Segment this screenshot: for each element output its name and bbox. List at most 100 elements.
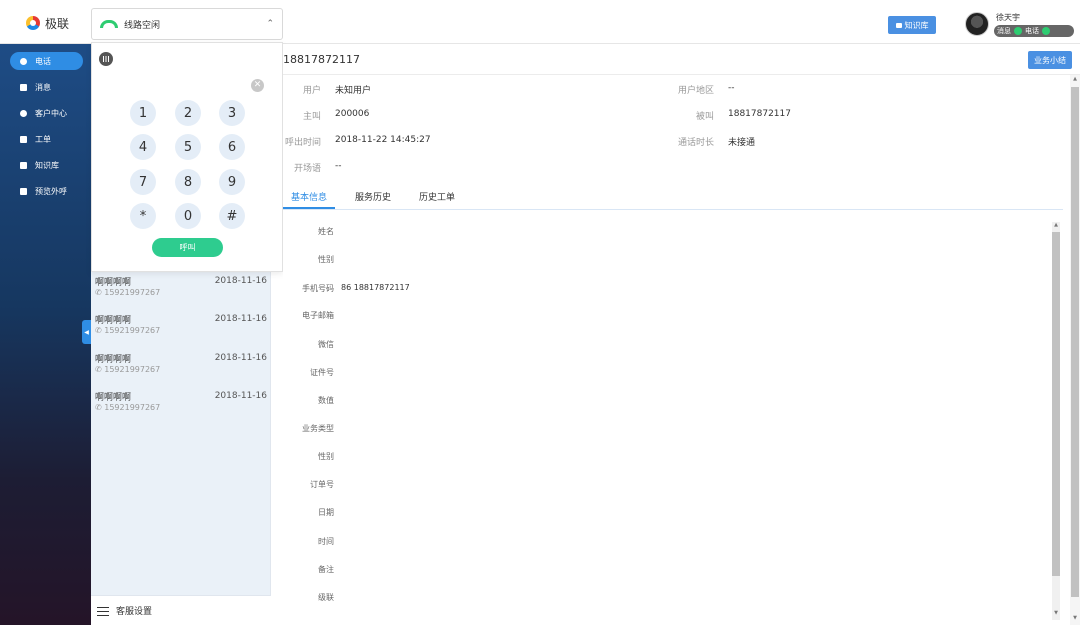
call-header: 18817872117 业务小结 <box>283 44 1080 75</box>
field-label: 日期 <box>318 508 334 517</box>
settings-sliders-icon <box>97 606 109 616</box>
scroll-down-icon[interactable]: ▼ <box>1052 610 1060 616</box>
phone-handset-icon <box>100 20 118 28</box>
field-value[interactable]: 86 18817872117 <box>341 283 410 292</box>
dial-pad: ✕ 1 2 3 4 5 6 7 8 9 * 0 # 呼叫 <box>91 42 283 272</box>
page-scrollbar-thumb[interactable] <box>1071 87 1079 597</box>
field-label: 备注 <box>318 565 334 574</box>
sidebar-item-phone[interactable]: 电话 <box>10 52 83 70</box>
sidebar-item-customer-center[interactable]: 客户中心 <box>10 104 83 122</box>
sidebar-item-label: 知识库 <box>35 160 59 170</box>
active-tab-indicator <box>283 207 335 209</box>
outbound-icon <box>20 187 27 195</box>
record-date: 2018-11-16 <box>214 276 267 286</box>
knowledge-base-button[interactable]: 知识库 <box>888 16 936 34</box>
page-title: 18817872117 <box>283 53 360 66</box>
logo[interactable]: 极联 <box>26 14 69 32</box>
call-detail-panel: 18817872117 业务小结 用户 未知用户 用户地区 -- 主叫 2000… <box>283 44 1080 625</box>
field-label: 手机号码 <box>302 284 334 293</box>
key-4[interactable]: 4 <box>130 134 156 160</box>
chat-icon <box>895 22 902 28</box>
key-hash[interactable]: # <box>219 203 245 229</box>
call-button[interactable]: 呼叫 <box>152 238 223 257</box>
record-phone-number: 15921997267 <box>104 365 161 374</box>
region-value: -- <box>728 83 735 93</box>
status-message-label: 消息 <box>997 27 1011 35</box>
ticket-icon <box>20 135 27 143</box>
key-0[interactable]: 0 <box>175 203 201 229</box>
key-9[interactable]: 9 <box>219 169 245 195</box>
business-summary-button[interactable]: 业务小结 <box>1028 51 1072 69</box>
sidebar-item-message[interactable]: 消息 <box>10 78 83 96</box>
scroll-up-icon[interactable]: ▲ <box>1070 76 1080 82</box>
detail-tabs: 基本信息 服务历史 历史工单 <box>283 187 1063 210</box>
tab-service-history[interactable]: 服务历史 <box>355 190 391 203</box>
record-phone: ✆ 15921997267 <box>95 403 161 412</box>
agent-settings-label: 客服设置 <box>116 607 153 617</box>
form-scrollbar-thumb[interactable] <box>1052 232 1060 576</box>
phone-icon <box>20 57 27 65</box>
callee-value: 18817872117 <box>728 109 791 119</box>
record-phone: ✆ 15921997267 <box>95 365 161 374</box>
list-item[interactable]: 啊啊啊啊 ✆ 15921997267 2018-11-16 <box>95 390 267 426</box>
tab-ticket-history[interactable]: 历史工单 <box>419 190 455 203</box>
field-label: 级联 <box>318 593 334 602</box>
opening-label: 开场语 <box>293 164 321 174</box>
field-label: 订单号 <box>310 480 334 489</box>
key-star[interactable]: * <box>130 203 156 229</box>
knowledge-base-label: 知识库 <box>904 20 929 30</box>
field-label: 姓名 <box>318 227 334 236</box>
key-5[interactable]: 5 <box>175 134 201 160</box>
key-7[interactable]: 7 <box>130 169 156 195</box>
collapse-panel-button[interactable]: ◀ <box>82 320 91 344</box>
record-date: 2018-11-16 <box>214 314 267 324</box>
message-icon <box>20 83 27 91</box>
record-name: 啊啊啊啊 <box>95 278 132 288</box>
record-phone: ✆ 15921997267 <box>95 288 161 297</box>
top-bar: 极联 线路空闲 ⌃ 知识库 徐天宇 消息 电话 <box>0 0 1080 44</box>
sidebar-item-knowledge-base[interactable]: 知识库 <box>10 156 83 174</box>
sidebar-item-preview-outbound[interactable]: 预览外呼 <box>10 182 83 200</box>
list-item[interactable]: 啊啊啊啊 ✆ 15921997267 2018-11-16 <box>95 352 267 388</box>
field-label: 性别 <box>318 452 334 461</box>
agent-settings-button[interactable]: 客服设置 <box>91 595 271 625</box>
key-6[interactable]: 6 <box>219 134 245 160</box>
key-2[interactable]: 2 <box>175 100 201 126</box>
clear-input-icon[interactable]: ✕ <box>251 79 264 92</box>
record-phone-number: 15921997267 <box>104 326 161 335</box>
message-status-dot <box>1014 27 1022 35</box>
record-name: 啊啊啊啊 <box>95 316 132 326</box>
record-name: 啊啊啊啊 <box>95 355 132 365</box>
list-item[interactable]: 啊啊啊啊 ✆ 15921997267 2018-11-16 <box>95 275 267 311</box>
line-status-select[interactable]: 线路空闲 ⌃ <box>91 8 283 40</box>
chevron-up-icon: ⌃ <box>266 19 274 29</box>
tab-basic-info[interactable]: 基本信息 <box>291 190 327 203</box>
user-value: 未知用户 <box>335 86 372 96</box>
keypad-grid-icon[interactable] <box>99 52 113 66</box>
callee-label: 被叫 <box>695 112 714 122</box>
avatar[interactable] <box>965 12 989 36</box>
outbound-time-label: 呼出时间 <box>284 138 321 148</box>
sidebar-item-label: 电话 <box>35 56 51 66</box>
record-name: 啊啊啊啊 <box>95 393 132 403</box>
logo-text: 极联 <box>45 16 70 31</box>
key-1[interactable]: 1 <box>130 100 156 126</box>
field-label: 时间 <box>318 537 334 546</box>
agent-status-toggle[interactable]: 消息 电话 <box>994 25 1074 37</box>
key-3[interactable]: 3 <box>219 100 245 126</box>
scroll-down-icon[interactable]: ▼ <box>1070 615 1080 621</box>
sidebar-item-label: 预览外呼 <box>35 186 67 196</box>
record-phone-number: 15921997267 <box>104 403 161 412</box>
sidebar: 电话 消息 客户中心 工单 知识库 预览外呼 ◀ <box>0 44 91 625</box>
sidebar-item-ticket[interactable]: 工单 <box>10 130 83 148</box>
key-8[interactable]: 8 <box>175 169 201 195</box>
scroll-up-icon[interactable]: ▲ <box>1052 222 1060 228</box>
page-scrollbar[interactable]: ▲ ▼ <box>1070 75 1080 625</box>
record-date: 2018-11-16 <box>214 391 267 401</box>
logo-icon <box>26 16 40 30</box>
list-item[interactable]: 啊啊啊啊 ✆ 15921997267 2018-11-16 <box>95 313 267 349</box>
chevron-left-icon: ◀ <box>84 328 89 336</box>
duration-label: 通话时长 <box>677 138 714 148</box>
form-scrollbar[interactable]: ▲ ▼ <box>1052 222 1060 620</box>
duration-value: 未接通 <box>728 138 756 148</box>
